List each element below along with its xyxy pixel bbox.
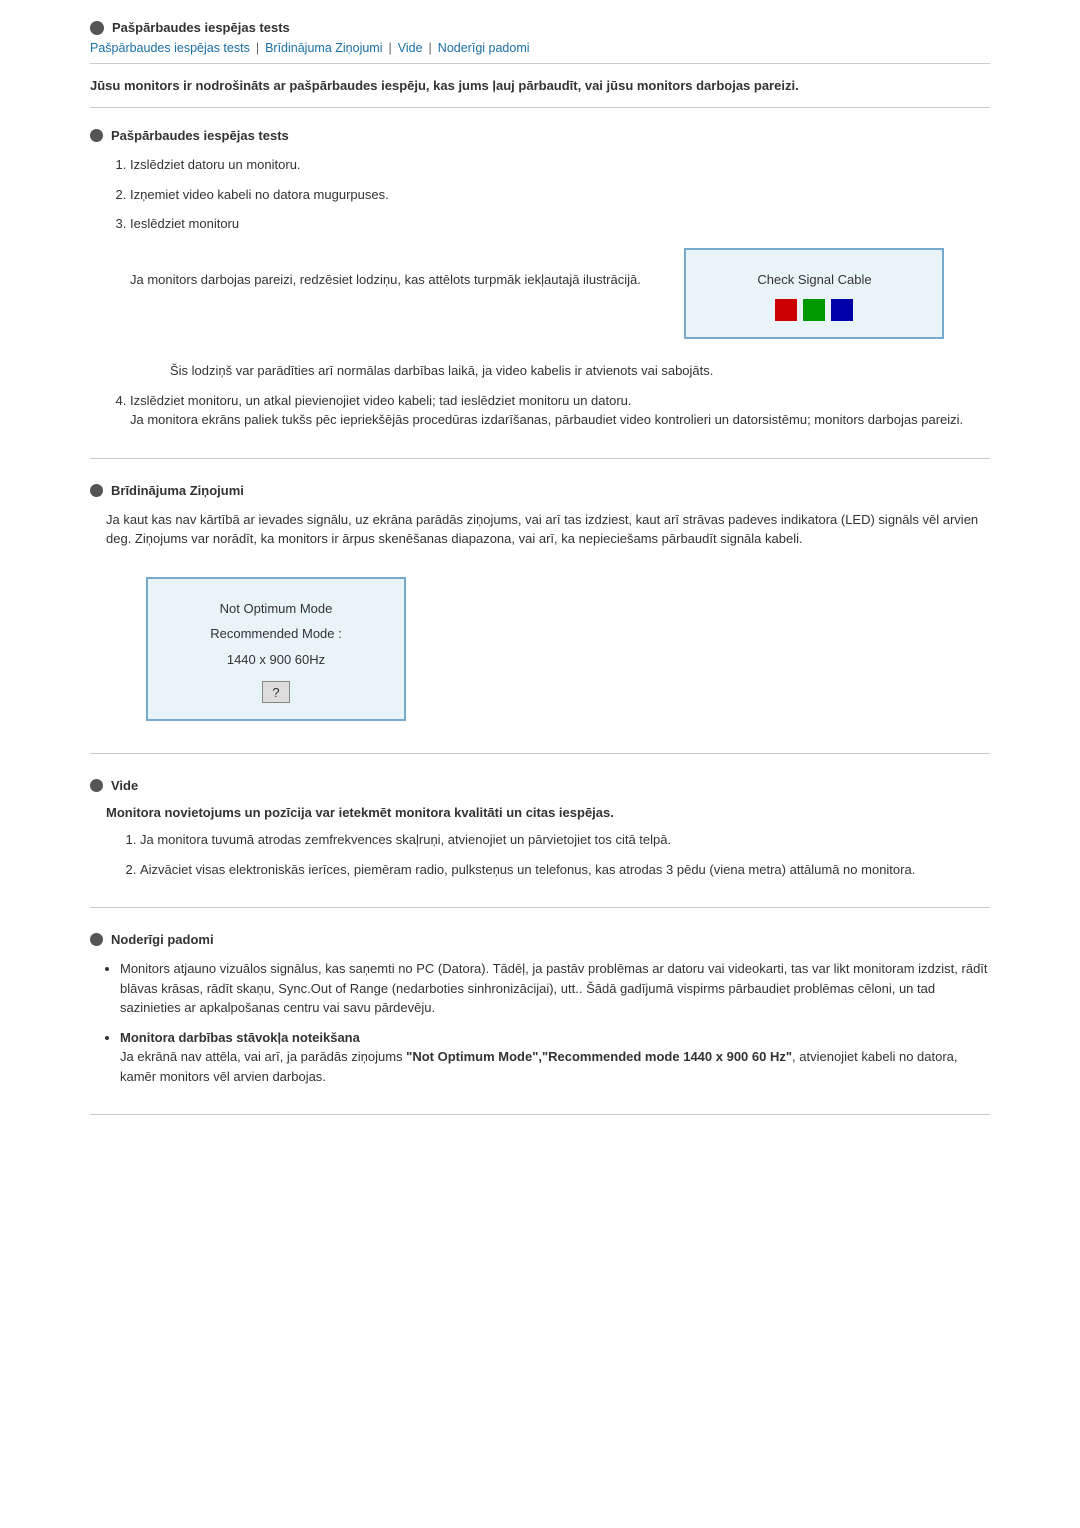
step-3-note: Šis lodziņš var parādīties arī normālas … [170, 361, 990, 381]
section-self-test-header: Pašpārbaudes iespējas tests [90, 128, 990, 143]
tips-list: Monitors atjauno vizuālos signālus, kas … [120, 959, 990, 1086]
section-tips: Noderīgi padomi Monitors atjauno vizuālo… [90, 932, 990, 1115]
header-bullet-icon [90, 21, 104, 35]
monitor-illustration-1: Check Signal Cable [684, 248, 944, 340]
nav-bar: Pašpārbaudes iespējas tests | Brīdinājum… [90, 41, 990, 64]
nav-sep-2: | [389, 41, 392, 55]
section-vide-title: Vide [111, 778, 138, 793]
section-vide-icon [90, 779, 103, 792]
nav-sep-1: | [256, 41, 259, 55]
section-tips-title: Noderīgi padomi [111, 932, 214, 947]
section-tips-header: Noderīgi padomi [90, 932, 990, 947]
tip-item-2-text1: Ja ekrānā nav attēla, vai arī, ja parādā… [120, 1049, 958, 1084]
section-vide: Vide Monitora novietojums un pozīcija va… [90, 778, 990, 908]
vide-list: Ja monitora tuvumā atrodas zemfrekvences… [140, 830, 990, 879]
self-test-steps: Izslēdziet datoru un monitoru. Izņemiet … [130, 155, 990, 430]
tip-item-2-label: Monitora darbības stāvokļa noteikšana [120, 1030, 360, 1045]
nav-link-self-test[interactable]: Pašpārbaudes iespējas tests [90, 41, 250, 55]
question-button[interactable]: ? [262, 681, 290, 703]
step-3: Ieslēdziet monitoru Ja monitors darbojas… [130, 214, 990, 381]
page-header: Pašpārbaudes iespējas tests [90, 20, 990, 35]
section-tips-icon [90, 933, 103, 946]
step-3-sub: Ja monitors darbojas pareizi, redzēsiet … [130, 272, 641, 287]
intro-text: Jūsu monitors ir nodrošināts ar pašpārba… [90, 78, 990, 108]
vide-intro: Monitora novietojums un pozīcija var iet… [106, 805, 990, 820]
vide-item-1: Ja monitora tuvumā atrodas zemfrekvences… [140, 830, 990, 850]
nav-sep-3: | [429, 41, 432, 55]
color-squares [775, 299, 853, 321]
blue-square [831, 299, 853, 321]
warnings-body-text: Ja kaut kas nav kārtībā ar ievades signā… [106, 510, 990, 736]
red-square [775, 299, 797, 321]
tip-item-1: Monitors atjauno vizuālos signālus, kas … [120, 959, 990, 1018]
step-4-sub: Ja monitora ekrāns paliek tukšs pēc iepr… [130, 412, 963, 427]
monitor-illustration-2: Not Optimum Mode Recommended Mode : 1440… [146, 577, 406, 722]
tip-item-2-bold: "Not Optimum Mode","Recommended mode 144… [406, 1049, 792, 1064]
section-warnings-title: Brīdinājuma Ziņojumi [111, 483, 244, 498]
section-self-test-icon [90, 129, 103, 142]
vide-item-2: Aizvāciet visas elektroniskās ierīces, p… [140, 860, 990, 880]
monitor-box-2: Not Optimum Mode Recommended Mode : 1440… [146, 577, 406, 722]
not-optimum-line2: Recommended Mode : [210, 624, 342, 644]
not-optimum-line3: 1440 x 900 60Hz [227, 650, 325, 670]
nav-link-tips[interactable]: Noderīgi padomi [438, 41, 530, 55]
tip-item-2: Monitora darbības stāvokļa noteikšana Ja… [120, 1028, 990, 1087]
check-signal-text: Check Signal Cable [757, 270, 871, 290]
section-warnings-header: Brīdinājuma Ziņojumi [90, 483, 990, 498]
step-2: Izņemiet video kabeli no datora mugurpus… [130, 185, 990, 205]
not-optimum-line1: Not Optimum Mode [220, 599, 333, 619]
section-warnings: Brīdinājuma Ziņojumi Ja kaut kas nav kār… [90, 483, 990, 755]
section-warnings-icon [90, 484, 103, 497]
nav-link-vide[interactable]: Vide [398, 41, 423, 55]
step-1: Izslēdziet datoru un monitoru. [130, 155, 990, 175]
section-self-test-title: Pašpārbaudes iespējas tests [111, 128, 289, 143]
green-square [803, 299, 825, 321]
nav-link-warnings[interactable]: Brīdinājuma Ziņojumi [265, 41, 382, 55]
monitor-box-1: Check Signal Cable [684, 248, 944, 340]
page-title: Pašpārbaudes iespējas tests [112, 20, 290, 35]
section-vide-header: Vide [90, 778, 990, 793]
step-4: Izslēdziet monitoru, un atkal pievienoji… [130, 391, 990, 430]
section-self-test: Pašpārbaudes iespējas tests Izslēdziet d… [90, 128, 990, 459]
